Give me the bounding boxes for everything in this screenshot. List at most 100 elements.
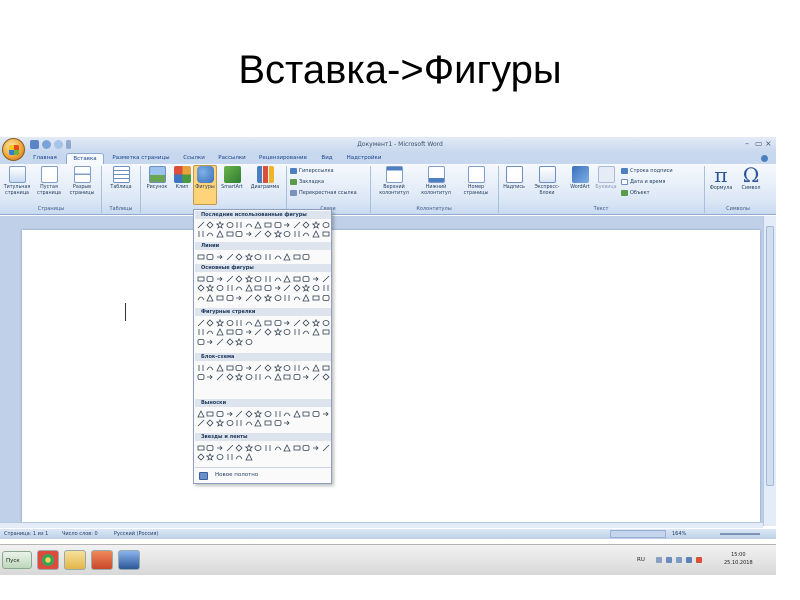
shape-option[interactable] <box>234 373 244 383</box>
shape-option[interactable] <box>225 252 235 262</box>
shape-option[interactable] <box>302 328 312 338</box>
formula-button[interactable]: π Формула <box>707 164 735 192</box>
shape-option[interactable] <box>215 274 225 284</box>
shape-option[interactable] <box>263 409 273 419</box>
shape-option[interactable] <box>215 284 225 294</box>
undo-icon[interactable] <box>42 140 51 149</box>
shape-option[interactable] <box>206 252 216 262</box>
tab-page-layout[interactable]: Разметка страницы <box>108 153 174 164</box>
shape-option[interactable] <box>302 230 312 240</box>
word-icon[interactable] <box>118 550 140 570</box>
shape-option[interactable] <box>292 443 302 453</box>
shape-option[interactable] <box>292 409 302 419</box>
shape-option[interactable] <box>225 293 235 303</box>
shape-option[interactable] <box>263 443 273 453</box>
shape-option[interactable] <box>263 419 273 429</box>
tab-home[interactable]: Главная <box>26 153 64 164</box>
shape-option[interactable] <box>215 373 225 383</box>
shape-option[interactable] <box>282 220 292 230</box>
shape-option[interactable] <box>263 230 273 240</box>
shape-option[interactable] <box>206 230 216 240</box>
shape-option[interactable] <box>196 230 206 240</box>
shape-option[interactable] <box>263 284 273 294</box>
shape-option[interactable] <box>282 293 292 303</box>
flag-icon[interactable] <box>666 557 672 563</box>
shape-option[interactable] <box>196 443 206 453</box>
shape-option[interactable] <box>225 230 235 240</box>
shape-option[interactable] <box>311 318 321 328</box>
shape-option[interactable] <box>273 328 283 338</box>
shape-option[interactable] <box>254 220 264 230</box>
shape-option[interactable] <box>225 409 235 419</box>
horizontal-scrollbar[interactable] <box>0 522 763 528</box>
tab-mailings[interactable]: Рассылки <box>214 153 250 164</box>
shape-option[interactable] <box>234 252 244 262</box>
shape-option[interactable] <box>206 443 216 453</box>
explorer-icon[interactable] <box>64 550 86 570</box>
shape-option[interactable] <box>244 284 254 294</box>
shape-option[interactable] <box>206 453 216 463</box>
start-button[interactable]: Пуск <box>2 551 32 569</box>
shape-option[interactable] <box>311 443 321 453</box>
shape-option[interactable] <box>282 409 292 419</box>
shape-option[interactable] <box>263 373 273 383</box>
cover-page-button[interactable]: Титульная страница <box>3 166 31 196</box>
shape-option[interactable] <box>263 274 273 284</box>
shape-option[interactable] <box>282 318 292 328</box>
shape-option[interactable] <box>234 293 244 303</box>
object-button[interactable]: Объект <box>621 189 650 197</box>
customize-toolbar-icon[interactable] <box>66 140 71 149</box>
shape-option[interactable] <box>215 318 225 328</box>
shape-option[interactable] <box>254 230 264 240</box>
shape-option[interactable] <box>302 220 312 230</box>
shape-option[interactable] <box>321 230 331 240</box>
shape-option[interactable] <box>234 409 244 419</box>
shape-option[interactable] <box>254 284 264 294</box>
word-count[interactable]: Число слов: 0 <box>62 529 98 539</box>
tab-view[interactable]: Вид <box>316 153 338 164</box>
shape-option[interactable] <box>196 318 206 328</box>
shape-option[interactable] <box>273 318 283 328</box>
shape-option[interactable] <box>225 363 235 373</box>
shape-option[interactable] <box>206 220 216 230</box>
shape-option[interactable] <box>215 409 225 419</box>
shape-option[interactable] <box>244 328 254 338</box>
shape-option[interactable] <box>311 293 321 303</box>
shape-option[interactable] <box>234 337 244 347</box>
shape-option[interactable] <box>234 284 244 294</box>
tab-insert[interactable]: Вставка <box>66 153 104 164</box>
shape-option[interactable] <box>244 363 254 373</box>
shape-option[interactable] <box>234 230 244 240</box>
scroll-thumb[interactable] <box>766 226 774 486</box>
shape-option[interactable] <box>254 409 264 419</box>
wordart-button[interactable]: WordArt <box>567 166 593 191</box>
shape-option[interactable] <box>196 409 206 419</box>
shape-option[interactable] <box>206 363 216 373</box>
shape-option[interactable] <box>244 274 254 284</box>
shapes-button[interactable]: Фигуры <box>193 165 217 205</box>
shape-option[interactable] <box>244 409 254 419</box>
shape-option[interactable] <box>273 419 283 429</box>
quickparts-button[interactable]: Экспресс-блоки <box>528 166 566 196</box>
shape-option[interactable] <box>321 443 331 453</box>
close-button[interactable]: × <box>765 139 772 148</box>
shape-option[interactable] <box>311 409 321 419</box>
shape-option[interactable] <box>234 328 244 338</box>
security-icon[interactable] <box>696 557 702 563</box>
shape-option[interactable] <box>302 318 312 328</box>
shape-option[interactable] <box>254 293 264 303</box>
shape-option[interactable] <box>311 284 321 294</box>
shape-option[interactable] <box>302 274 312 284</box>
shape-option[interactable] <box>225 337 235 347</box>
shape-option[interactable] <box>292 284 302 294</box>
shape-option[interactable] <box>225 328 235 338</box>
shape-option[interactable] <box>302 284 312 294</box>
zoom-slider[interactable] <box>720 533 760 535</box>
symbol-button[interactable]: Ω Символ <box>737 164 765 192</box>
save-icon[interactable] <box>30 140 39 149</box>
shape-option[interactable] <box>302 363 312 373</box>
dropcap-button[interactable]: Буквица <box>594 166 618 191</box>
keyboard-icon[interactable] <box>656 557 662 563</box>
language-tray[interactable]: RU <box>637 557 645 563</box>
powerpoint-icon[interactable] <box>91 550 113 570</box>
